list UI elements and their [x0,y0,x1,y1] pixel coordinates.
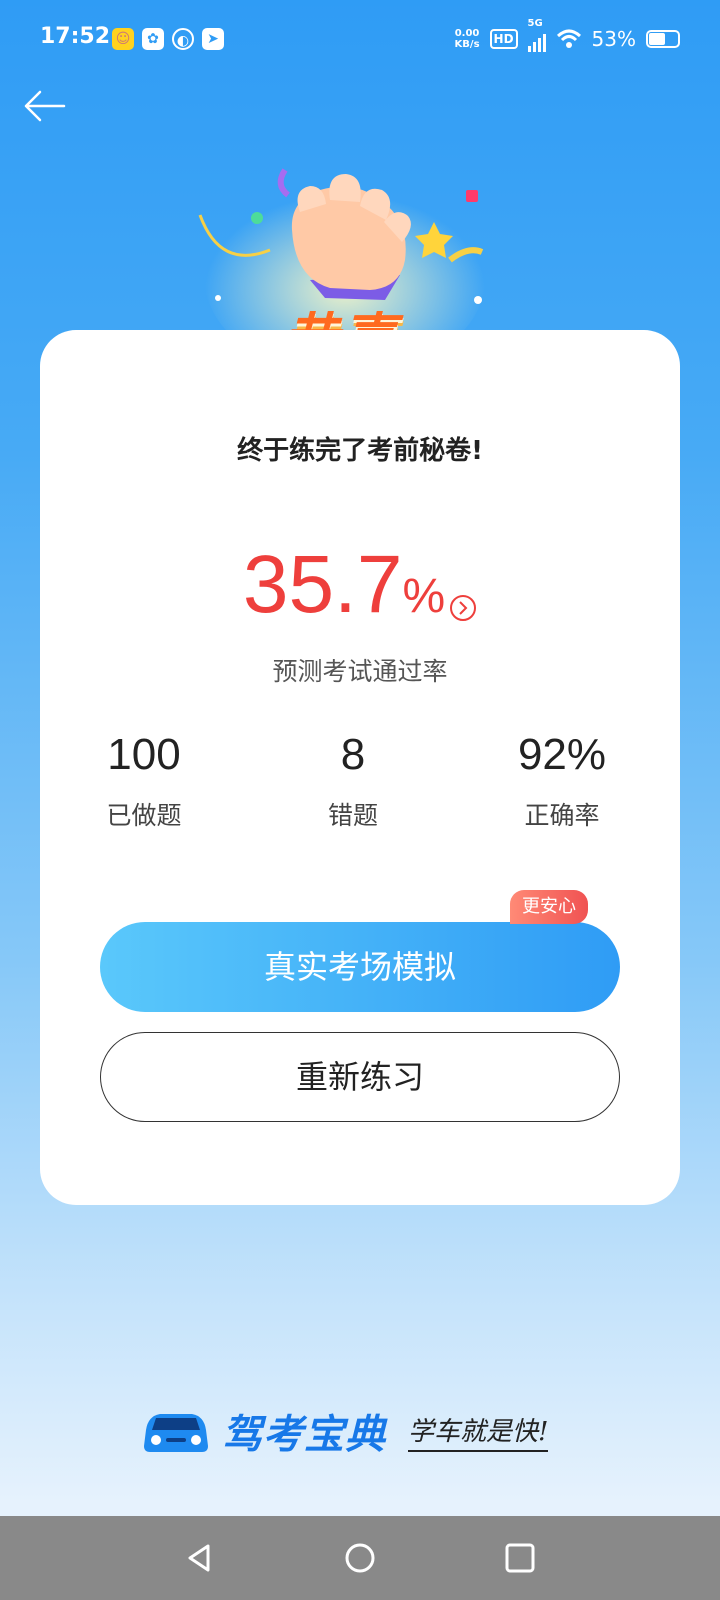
stat-value: 92% [517,730,607,779]
status-time: 17:52 [40,24,111,49]
stat-value: 8 [340,730,366,779]
pass-rate-value: 35.7 [242,539,403,630]
result-card: 终于练完了考前秘卷! 35.7% 预测考试通过率 100 已做题 8 错题 92… [40,330,680,1205]
stat-label: 错题 [327,801,378,830]
network-type: 5G [527,18,543,29]
notification-icons: ☺ ✿ ◐ ➤ [112,28,224,50]
pass-rate[interactable]: 35.7% [40,538,680,632]
brand-slogan: 学车就是快! [408,1411,549,1452]
arrow-left-icon [24,90,66,122]
practice-again-button[interactable]: 重新练习 [100,1032,620,1122]
send-app-icon: ➤ [202,28,224,50]
back-button[interactable] [20,86,68,126]
battery-icon [646,30,680,48]
paw-app-icon: ✿ [142,28,164,50]
brand-name: 驾考宝典 [222,1412,386,1458]
stat-value: 100 [107,730,181,779]
stat-done: 100 已做题 [44,730,244,832]
browser-app-icon: ◐ [172,28,194,50]
stat-label: 已做题 [106,801,182,830]
nav-back-icon[interactable] [178,1536,222,1580]
wifi-icon [556,29,581,48]
chevron-right-icon[interactable] [449,594,477,622]
stat-wrong[interactable]: 8 错题 [253,730,453,832]
brand-footer: 驾考宝典 学车就是快! [140,1402,549,1460]
reassurance-tag: 更安心 [510,890,588,924]
net-speed-value: 0.00 [454,28,480,39]
pass-rate-label: 预测考试通过率 [272,657,448,686]
net-speed-unit: KB/s [454,39,480,50]
app-notification-icon: ☺ [112,28,134,50]
pass-rate-unit: % [402,570,446,623]
status-bar: 17:52 ☺ ✿ ◐ ➤ 0.00 KB/s HD 5G 53% [0,0,720,80]
system-indicators: 0.00 KB/s HD 5G 53% [455,18,680,52]
signal-icon: 5G [527,18,546,52]
stat-label: 正确率 [524,801,600,830]
completion-message: 终于练完了考前秘卷! [237,436,483,466]
hd-icon: HD [489,29,518,49]
car-logo-icon [144,1414,208,1452]
nav-recents-icon[interactable] [498,1536,542,1580]
real-exam-simulation-button[interactable]: 真实考场模拟 [100,922,620,1012]
stat-accuracy: 92% 正确率 [462,730,662,832]
net-speed: 0.00 KB/s [455,28,480,50]
system-nav-bar [0,1516,720,1600]
nav-home-icon[interactable] [338,1536,382,1580]
battery-percent: 53% [591,27,636,51]
